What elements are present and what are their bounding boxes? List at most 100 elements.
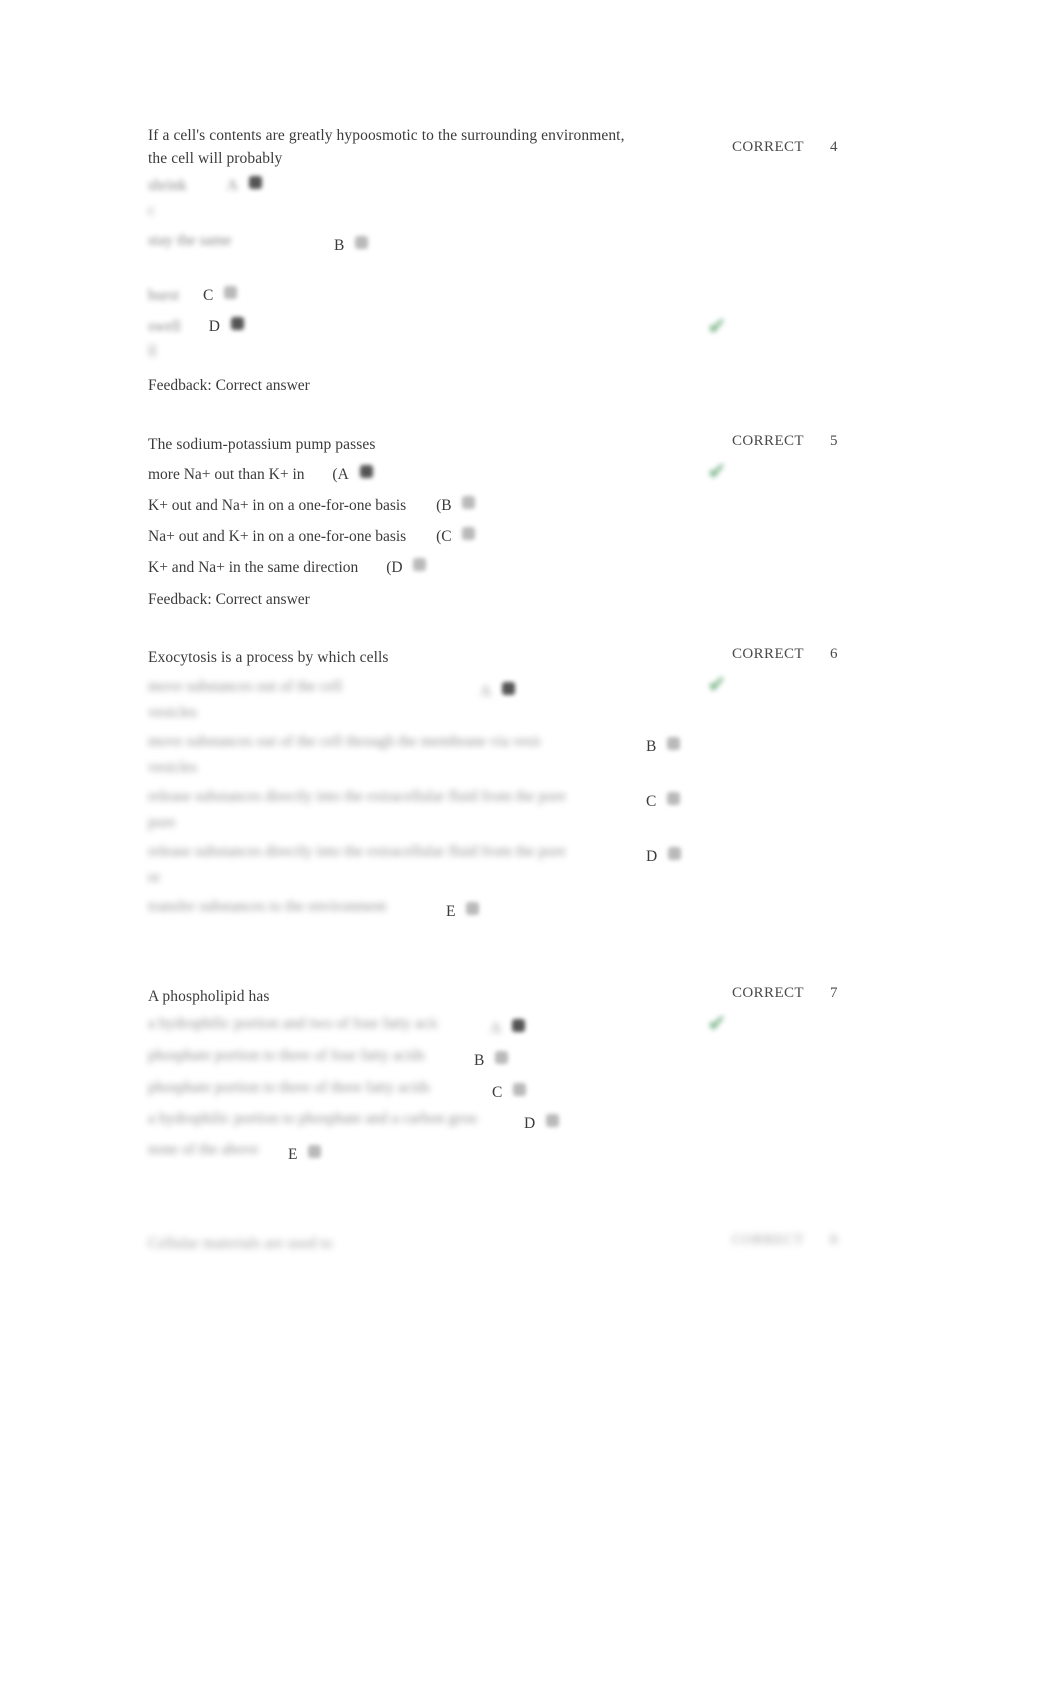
option-d-radio[interactable]: [668, 847, 682, 860]
answer-option-c[interactable]: phosphate portion to three of three fatt…: [148, 1079, 708, 1102]
answer-option-a[interactable]: a hydrophilic portion and two of four fa…: [148, 1015, 708, 1038]
status-label: CORRECT: [732, 433, 804, 449]
answer-option-b[interactable]: move substances out of the cell through …: [148, 733, 708, 756]
option-c-letter: C: [492, 1084, 503, 1101]
option-a-text: shrink: [148, 177, 187, 194]
question-status-6: CORRECT 6: [732, 646, 912, 663]
question-block-7: A phospholipid has CORRECT 7 ✔ a hydrophi…: [148, 985, 908, 1163]
answer-option-a-overflow: vesicles: [148, 704, 198, 721]
answer-option-d[interactable]: K+ and Na+ in the same direction (D: [148, 556, 427, 579]
option-e-letter: E: [446, 903, 456, 920]
option-a-radio[interactable]: [502, 682, 516, 695]
option-b-text: K+ out and Na+ in on a one-for-one basis: [148, 497, 407, 514]
option-c-letter: (C: [436, 528, 452, 545]
answer-option-c[interactable]: release substances directly into the ext…: [148, 788, 708, 811]
option-d-letter: D: [208, 318, 220, 335]
question-body: If a cell's contents are greatly hypoosm…: [148, 124, 708, 170]
answer-option-a[interactable]: shrink A: [148, 176, 668, 195]
question-prompt-line-2: the cell will probably: [148, 150, 283, 167]
option-c-radio[interactable]: [462, 527, 476, 540]
answer-option-a[interactable]: more Na+ out than K+ in (A: [148, 463, 373, 486]
option-e-letter: E: [288, 1146, 298, 1163]
option-e-radio[interactable]: [308, 1145, 322, 1158]
option-b-text: stay the same: [148, 232, 232, 249]
option-e-text: transfer substances to the environment: [148, 898, 387, 915]
question-block-5: The sodium-potassium pump passes CORRECT…: [148, 433, 908, 608]
option-c-radio[interactable]: [513, 1083, 527, 1096]
answer-option-b[interactable]: stay the same B: [148, 232, 668, 255]
question-body: Exocytosis is a process by which cells: [148, 646, 708, 669]
option-a-radio[interactable]: [512, 1019, 526, 1032]
option-d-text: release substances directly into the ext…: [148, 843, 566, 860]
question-status-5: CORRECT 5: [732, 433, 912, 450]
correct-check-icon-4: ✔: [707, 314, 727, 339]
option-b-letter: B: [646, 738, 657, 755]
question-number: 5: [829, 433, 838, 449]
question-body: The sodium-potassium pump passes: [148, 433, 708, 456]
option-d-radio[interactable]: [230, 317, 244, 330]
question-block-6: Exocytosis is a process by which cells C…: [148, 646, 908, 920]
answer-option-b[interactable]: K+ out and Na+ in on a one-for-one basis…: [148, 494, 476, 517]
answer-option-c[interactable]: burst C: [148, 286, 668, 305]
question-prompt-line-1: The sodium-potassium pump passes: [148, 436, 376, 453]
answer-option-b[interactable]: phosphate portion to three of four fatty…: [148, 1047, 708, 1070]
status-label: CORRECT: [732, 139, 804, 155]
option-a-letter: A: [480, 683, 492, 700]
answer-option-e[interactable]: transfer substances to the environment E: [148, 898, 708, 921]
answer-option-d-overflow: re: [148, 869, 161, 886]
question-feedback-4: Feedback: Correct answer: [148, 377, 310, 394]
answer-option-c[interactable]: Na+ out and K+ in on a one-for-one basis…: [148, 525, 476, 548]
option-d-radio[interactable]: [546, 1114, 560, 1127]
answer-option-b-overflow: vesicles: [148, 759, 198, 776]
option-d-text: swell: [148, 318, 181, 335]
question-block-4: If a cell's contents are greatly hypoosm…: [148, 124, 908, 394]
option-d-text: a hydrophilic portion to phosphate and a…: [148, 1110, 478, 1127]
option-a-letter: (A: [332, 466, 349, 483]
option-b-letter: B: [474, 1052, 485, 1069]
status-label: CORRECT: [732, 985, 804, 1001]
option-b-radio[interactable]: [355, 236, 369, 249]
question-body: Cellular materials are used to: [148, 1232, 708, 1255]
option-c-text: burst: [148, 287, 179, 304]
option-a-letter: A: [490, 1020, 502, 1037]
option-a-radio[interactable]: [359, 465, 373, 478]
option-c-text: phosphate portion to three of three fatt…: [148, 1079, 430, 1096]
question-status-4: CORRECT 4: [732, 139, 912, 156]
option-c-letter: C: [646, 793, 657, 810]
option-b-radio[interactable]: [495, 1051, 509, 1064]
question-body: A phospholipid has: [148, 985, 708, 1008]
option-c-radio[interactable]: [667, 792, 681, 805]
quiz-review-page: If a cell's contents are greatly hypoosm…: [0, 0, 1062, 1686]
question-number: 8: [829, 1232, 838, 1248]
option-b-letter: B: [334, 237, 345, 254]
option-c-radio[interactable]: [224, 286, 238, 299]
option-e-radio[interactable]: [466, 902, 480, 915]
option-e-text: none of the above: [148, 1141, 259, 1158]
option-d-letter: (D: [386, 559, 403, 576]
answer-option-d-overflow: ll: [148, 343, 157, 360]
question-number: 4: [829, 139, 838, 155]
option-a-text: a hydrophilic portion and two of four fa…: [148, 1015, 438, 1032]
option-c-text: Na+ out and K+ in on a one-for-one basis: [148, 528, 407, 545]
question-status-8: CORRECT 8: [732, 1232, 912, 1249]
answer-option-d[interactable]: release substances directly into the ext…: [148, 843, 708, 866]
option-b-letter: (B: [436, 497, 452, 514]
option-d-letter: D: [646, 848, 658, 865]
option-d-letter: D: [524, 1115, 536, 1132]
answer-option-e[interactable]: none of the above E: [148, 1141, 708, 1164]
question-prompt-line-1: Cellular materials are used to: [148, 1235, 333, 1252]
option-c-letter: C: [203, 287, 214, 304]
answer-option-a[interactable]: move substances out of the cell A: [148, 678, 708, 701]
answer-option-d[interactable]: a hydrophilic portion to phosphate and a…: [148, 1110, 708, 1133]
option-c-text: release substances directly into the ext…: [148, 788, 566, 805]
option-b-radio[interactable]: [667, 737, 681, 750]
question-block-8: Cellular materials are used to CORRECT 8: [148, 1232, 908, 1255]
option-d-radio[interactable]: [413, 558, 427, 571]
option-a-text: more Na+ out than K+ in: [148, 466, 305, 483]
option-b-radio[interactable]: [462, 496, 476, 509]
status-label: CORRECT: [732, 1232, 804, 1248]
option-a-radio[interactable]: [248, 176, 262, 189]
answer-option-d[interactable]: swell D: [148, 317, 668, 336]
option-a-text: move substances out of the cell: [148, 678, 343, 695]
question-status-7: CORRECT 7: [732, 985, 912, 1002]
